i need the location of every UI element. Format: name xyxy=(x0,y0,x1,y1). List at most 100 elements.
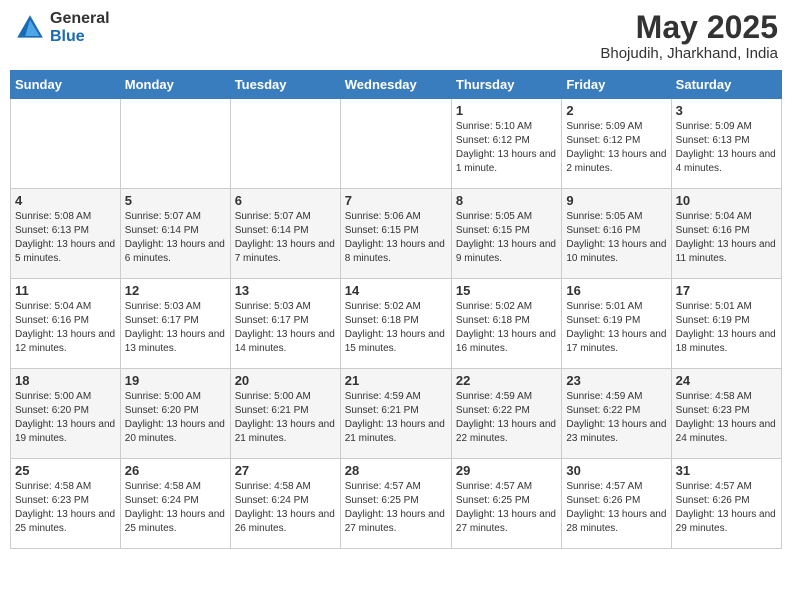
day-number: 10 xyxy=(676,193,777,208)
col-monday: Monday xyxy=(120,71,230,99)
day-number: 11 xyxy=(15,283,116,298)
month-title: May 2025 xyxy=(600,10,778,45)
day-info: Sunrise: 4:59 AM Sunset: 6:22 PM Dayligh… xyxy=(456,390,557,446)
col-saturday: Saturday xyxy=(671,71,781,99)
day-info: Sunrise: 5:05 AM Sunset: 6:16 PM Dayligh… xyxy=(566,210,666,266)
table-row: 4 Sunrise: 5:08 AM Sunset: 6:13 PM Daylig… xyxy=(11,189,121,279)
calendar-week-row: 1 Sunrise: 5:10 AM Sunset: 6:12 PM Daylig… xyxy=(11,99,782,189)
col-sunday: Sunday xyxy=(11,71,121,99)
day-number: 3 xyxy=(676,103,777,118)
table-row: 26 Sunrise: 4:58 AM Sunset: 6:24 PM Dayli… xyxy=(120,459,230,549)
day-info: Sunrise: 5:05 AM Sunset: 6:15 PM Dayligh… xyxy=(456,210,557,266)
day-info: Sunrise: 5:02 AM Sunset: 6:18 PM Dayligh… xyxy=(456,300,557,356)
day-number: 5 xyxy=(125,193,226,208)
day-info: Sunrise: 5:01 AM Sunset: 6:19 PM Dayligh… xyxy=(566,300,666,356)
table-row xyxy=(340,99,451,189)
day-info: Sunrise: 4:58 AM Sunset: 6:23 PM Dayligh… xyxy=(676,390,777,446)
logo: General Blue xyxy=(14,10,110,45)
day-number: 13 xyxy=(235,283,336,298)
day-number: 4 xyxy=(15,193,116,208)
day-info: Sunrise: 5:03 AM Sunset: 6:17 PM Dayligh… xyxy=(235,300,336,356)
table-row: 17Sunrise: 5:01 AM Sunset: 6:19 PM Dayli… xyxy=(671,279,781,369)
day-info: Sunrise: 4:57 AM Sunset: 6:25 PM Dayligh… xyxy=(345,480,447,536)
day-number: 31 xyxy=(676,463,777,478)
table-row: 31 Sunrise: 4:57 AM Sunset: 6:26 PM Dayli… xyxy=(671,459,781,549)
table-row: 27 Sunrise: 4:58 AM Sunset: 6:24 PM Dayli… xyxy=(230,459,340,549)
calendar-week-row: 11 Sunrise: 5:04 AM Sunset: 6:16 PM Dayli… xyxy=(11,279,782,369)
table-row: 21 Sunrise: 4:59 AM Sunset: 6:21 PM Dayli… xyxy=(340,369,451,459)
table-row: 22 Sunrise: 4:59 AM Sunset: 6:22 PM Dayli… xyxy=(451,369,561,459)
col-tuesday: Tuesday xyxy=(230,71,340,99)
day-number: 16 xyxy=(566,283,666,298)
col-thursday: Thursday xyxy=(451,71,561,99)
table-row: 8Sunrise: 5:05 AM Sunset: 6:15 PM Daylig… xyxy=(451,189,561,279)
day-number: 1 xyxy=(456,103,557,118)
table-row: 9 Sunrise: 5:05 AM Sunset: 6:16 PM Daylig… xyxy=(562,189,671,279)
day-info: Sunrise: 5:07 AM Sunset: 6:14 PM Dayligh… xyxy=(235,210,336,266)
table-row xyxy=(120,99,230,189)
day-number: 15 xyxy=(456,283,557,298)
table-row: 29 Sunrise: 4:57 AM Sunset: 6:25 PM Dayli… xyxy=(451,459,561,549)
table-row: 15 Sunrise: 5:02 AM Sunset: 6:18 PM Dayli… xyxy=(451,279,561,369)
day-info: Sunrise: 4:59 AM Sunset: 6:22 PM Dayligh… xyxy=(566,390,666,446)
table-row: 7 Sunrise: 5:06 AM Sunset: 6:15 PM Daylig… xyxy=(340,189,451,279)
table-row: 3 Sunrise: 5:09 AM Sunset: 6:13 PM Daylig… xyxy=(671,99,781,189)
day-info: Sunrise: 5:00 AM Sunset: 6:21 PM Dayligh… xyxy=(235,390,336,446)
day-info: Sunrise: 4:57 AM Sunset: 6:26 PM Dayligh… xyxy=(566,480,666,536)
table-row: 5Sunrise: 5:07 AM Sunset: 6:14 PM Daylig… xyxy=(120,189,230,279)
day-info: Sunrise: 5:06 AM Sunset: 6:15 PM Dayligh… xyxy=(345,210,447,266)
day-number: 24 xyxy=(676,373,777,388)
day-number: 27 xyxy=(235,463,336,478)
table-row: 10 Sunrise: 5:04 AM Sunset: 6:16 PM Dayli… xyxy=(671,189,781,279)
day-number: 30 xyxy=(566,463,666,478)
table-row: 12Sunrise: 5:03 AM Sunset: 6:17 PM Dayli… xyxy=(120,279,230,369)
day-number: 28 xyxy=(345,463,447,478)
calendar-header-row: Sunday Monday Tuesday Wednesday Thursday… xyxy=(11,71,782,99)
table-row: 14Sunrise: 5:02 AM Sunset: 6:18 PM Dayli… xyxy=(340,279,451,369)
day-info: Sunrise: 4:57 AM Sunset: 6:25 PM Dayligh… xyxy=(456,480,557,536)
table-row: 18 Sunrise: 5:00 AM Sunset: 6:20 PM Dayli… xyxy=(11,369,121,459)
table-row: 25Sunrise: 4:58 AM Sunset: 6:23 PM Dayli… xyxy=(11,459,121,549)
day-info: Sunrise: 4:58 AM Sunset: 6:24 PM Dayligh… xyxy=(235,480,336,536)
calendar-week-row: 25Sunrise: 4:58 AM Sunset: 6:23 PM Dayli… xyxy=(11,459,782,549)
day-number: 20 xyxy=(235,373,336,388)
day-number: 18 xyxy=(15,373,116,388)
day-info: Sunrise: 5:10 AM Sunset: 6:12 PM Dayligh… xyxy=(456,120,557,176)
day-info: Sunrise: 5:03 AM Sunset: 6:17 PM Dayligh… xyxy=(125,300,226,356)
table-row: 24 Sunrise: 4:58 AM Sunset: 6:23 PM Dayli… xyxy=(671,369,781,459)
day-info: Sunrise: 5:02 AM Sunset: 6:18 PM Dayligh… xyxy=(345,300,447,356)
day-number: 25 xyxy=(15,463,116,478)
day-info: Sunrise: 4:58 AM Sunset: 6:24 PM Dayligh… xyxy=(125,480,226,536)
day-number: 2 xyxy=(566,103,666,118)
table-row: 19Sunrise: 5:00 AM Sunset: 6:20 PM Dayli… xyxy=(120,369,230,459)
day-info: Sunrise: 5:01 AM Sunset: 6:19 PM Dayligh… xyxy=(676,300,777,356)
col-wednesday: Wednesday xyxy=(340,71,451,99)
location-title: Bhojudih, Jharkhand, India xyxy=(600,45,778,62)
table-row: 1 Sunrise: 5:10 AM Sunset: 6:12 PM Daylig… xyxy=(451,99,561,189)
day-info: Sunrise: 5:00 AM Sunset: 6:20 PM Dayligh… xyxy=(15,390,116,446)
table-row: 2Sunrise: 5:09 AM Sunset: 6:12 PM Daylig… xyxy=(562,99,671,189)
logo-text: General Blue xyxy=(50,10,110,45)
day-number: 7 xyxy=(345,193,447,208)
day-number: 23 xyxy=(566,373,666,388)
day-info: Sunrise: 5:04 AM Sunset: 6:16 PM Dayligh… xyxy=(15,300,116,356)
day-info: Sunrise: 5:08 AM Sunset: 6:13 PM Dayligh… xyxy=(15,210,116,266)
col-friday: Friday xyxy=(562,71,671,99)
table-row: 11 Sunrise: 5:04 AM Sunset: 6:16 PM Dayli… xyxy=(11,279,121,369)
day-info: Sunrise: 4:57 AM Sunset: 6:26 PM Dayligh… xyxy=(676,480,777,536)
day-number: 22 xyxy=(456,373,557,388)
table-row: 6 Sunrise: 5:07 AM Sunset: 6:14 PM Daylig… xyxy=(230,189,340,279)
day-info: Sunrise: 5:04 AM Sunset: 6:16 PM Dayligh… xyxy=(676,210,777,266)
day-number: 21 xyxy=(345,373,447,388)
day-number: 29 xyxy=(456,463,557,478)
day-info: Sunrise: 5:09 AM Sunset: 6:13 PM Dayligh… xyxy=(676,120,777,176)
table-row: 30 Sunrise: 4:57 AM Sunset: 6:26 PM Dayli… xyxy=(562,459,671,549)
calendar-table: Sunday Monday Tuesday Wednesday Thursday… xyxy=(10,70,782,549)
day-number: 26 xyxy=(125,463,226,478)
table-row: 20 Sunrise: 5:00 AM Sunset: 6:21 PM Dayli… xyxy=(230,369,340,459)
day-number: 6 xyxy=(235,193,336,208)
table-row: 28 Sunrise: 4:57 AM Sunset: 6:25 PM Dayli… xyxy=(340,459,451,549)
day-number: 9 xyxy=(566,193,666,208)
day-info: Sunrise: 4:59 AM Sunset: 6:21 PM Dayligh… xyxy=(345,390,447,446)
title-block: May 2025 Bhojudih, Jharkhand, India xyxy=(600,10,778,62)
